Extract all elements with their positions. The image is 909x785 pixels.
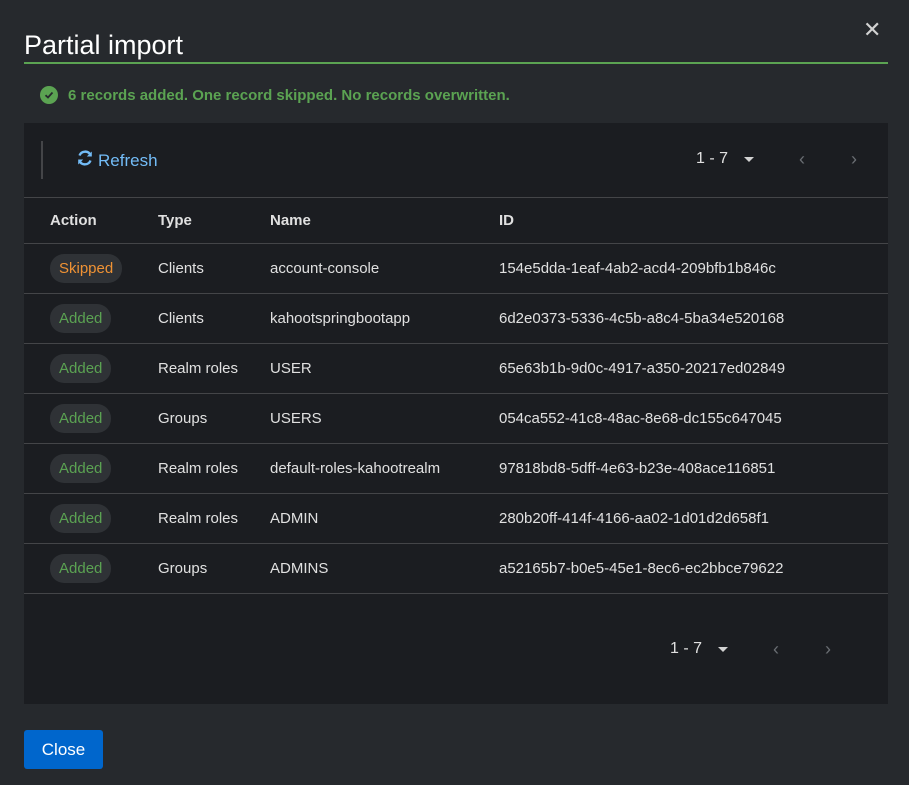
chevron-right-icon[interactable]: ›: [822, 640, 834, 658]
pagination-top: 1 - 7 ‹ ›: [696, 150, 860, 168]
refresh-button[interactable]: Refresh: [76, 149, 158, 172]
table-header-row: Action Type Name ID: [24, 198, 888, 244]
table-row: Added Realm roles ADMIN 280b20ff-414f-41…: [24, 493, 888, 544]
refresh-label: Refresh: [98, 150, 158, 170]
cell-type: Groups: [158, 543, 270, 594]
cell-name: ADMIN: [270, 493, 499, 544]
status-badge: Added: [50, 354, 112, 383]
toolbar-divider: [41, 141, 43, 179]
close-icon[interactable]: ✕: [863, 19, 881, 41]
pagination-toggle[interactable]: 1 - 7: [696, 150, 755, 168]
close-button[interactable]: Close: [24, 730, 103, 769]
cell-name: kahootspringbootapp: [270, 293, 499, 344]
pagination-range: 1 - 7: [670, 640, 703, 657]
cell-type: Realm roles: [158, 343, 270, 394]
results-panel: Refresh 1 - 7 ‹ › Action Type Name ID Sk…: [24, 123, 888, 704]
modal-title: Partial import: [24, 30, 184, 61]
check-circle-icon: [40, 86, 58, 104]
table-row: Added Realm roles default-roles-kahootre…: [24, 443, 888, 494]
caret-down-icon: [744, 156, 755, 162]
import-results-table: Action Type Name ID Skipped Clients acco…: [24, 198, 888, 594]
status-badge: Added: [50, 454, 112, 483]
table-row: Added Groups ADMINS a52165b7-b0e5-45e1-8…: [24, 543, 888, 594]
chevron-left-icon[interactable]: ‹: [770, 640, 782, 658]
column-header-action: Action: [24, 198, 158, 244]
status-badge: Added: [50, 554, 112, 583]
cell-type: Clients: [158, 293, 270, 344]
cell-name: default-roles-kahootrealm: [270, 443, 499, 494]
cell-id: 6d2e0373-5336-4c5b-a8c4-5ba34e520168: [499, 293, 888, 344]
success-alert: 6 records added. One record skipped. No …: [40, 84, 510, 106]
table-row: Added Groups USERS 054ca552-41c8-48ac-8e…: [24, 393, 888, 444]
column-header-id: ID: [499, 198, 888, 244]
cell-id: 97818bd8-5dff-4e63-b23e-408ace116851: [499, 443, 888, 494]
chevron-left-icon[interactable]: ‹: [796, 150, 808, 168]
status-badge: Added: [50, 504, 112, 533]
status-badge: Added: [50, 404, 112, 433]
cell-id: a52165b7-b0e5-45e1-8ec6-ec2bbce79622: [499, 543, 888, 594]
table-row: Added Clients kahootspringbootapp 6d2e03…: [24, 293, 888, 344]
column-header-type: Type: [158, 198, 270, 244]
cell-name: USER: [270, 343, 499, 394]
cell-name: ADMINS: [270, 543, 499, 594]
cell-name: account-console: [270, 243, 499, 294]
cell-type: Realm roles: [158, 443, 270, 494]
cell-id: 054ca552-41c8-48ac-8e68-dc155c647045: [499, 393, 888, 444]
cell-id: 280b20ff-414f-4166-aa02-1d01d2d658f1: [499, 493, 888, 544]
status-badge: Skipped: [50, 254, 123, 283]
pagination-toggle[interactable]: 1 - 7: [670, 640, 729, 658]
pagination-bottom: 1 - 7 ‹ ›: [670, 640, 834, 658]
status-badge: Added: [50, 304, 112, 333]
cell-type: Realm roles: [158, 493, 270, 544]
alert-bar: [24, 62, 888, 64]
cell-type: Groups: [158, 393, 270, 444]
caret-down-icon: [718, 646, 729, 652]
table-row: Skipped Clients account-console 154e5dda…: [24, 243, 888, 294]
alert-message: 6 records added. One record skipped. No …: [68, 86, 510, 104]
cell-id: 154e5dda-1eaf-4ab2-acd4-209bfb1b846c: [499, 243, 888, 294]
toolbar: Refresh 1 - 7 ‹ ›: [24, 123, 888, 198]
table-row: Added Realm roles USER 65e63b1b-9d0c-491…: [24, 343, 888, 394]
cell-type: Clients: [158, 243, 270, 294]
pagination-range: 1 - 7: [696, 150, 729, 167]
sync-icon: [76, 149, 94, 172]
cell-id: 65e63b1b-9d0c-4917-a350-20217ed02849: [499, 343, 888, 394]
chevron-right-icon[interactable]: ›: [848, 150, 860, 168]
column-header-name: Name: [270, 198, 499, 244]
cell-name: USERS: [270, 393, 499, 444]
